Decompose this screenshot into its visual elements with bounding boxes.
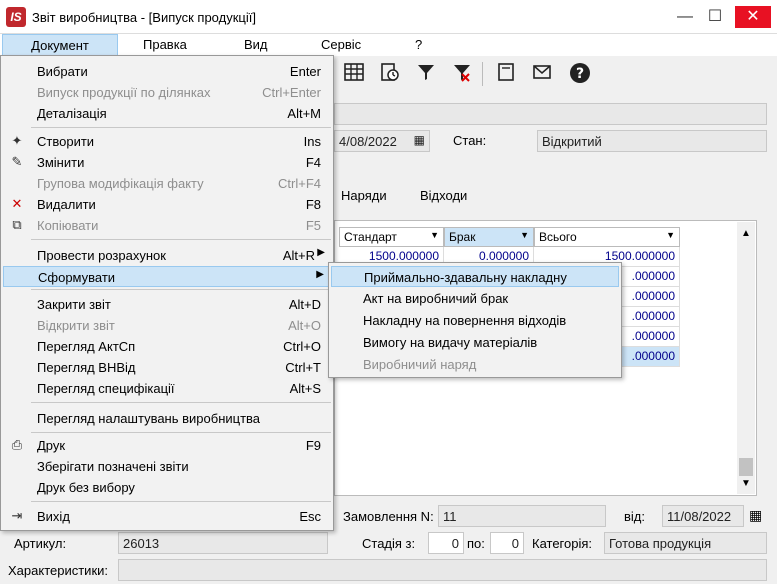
menu-item-group-modify[interactable]: Групова модифікація факту Ctrl+F4 (3, 173, 331, 194)
maximize-button[interactable]: ☐ (702, 6, 728, 28)
state-label: Стан: (453, 133, 487, 148)
menu-item-view-vnvid[interactable]: Перегляд ВНВід Ctrl+T (3, 357, 331, 378)
cell-total-row3[interactable]: .000000 (615, 287, 680, 307)
menu-item-delete[interactable]: ✕ Видалити F8 (3, 194, 331, 215)
category-field[interactable]: Готова продукція (604, 532, 767, 554)
submenu-item-material-request[interactable]: Вимогу на видачу матеріалів (331, 332, 619, 353)
cell-total-row5[interactable]: .000000 (615, 327, 680, 347)
delete-icon: ✕ (11, 196, 23, 211)
column-header-standard[interactable]: Стандарт ▼ (339, 227, 444, 247)
window-title: Звіт виробництва - [Випуск продукції] (32, 10, 256, 25)
mail-icon[interactable] (530, 62, 554, 86)
menu-item-save-marked[interactable]: Зберігати позначені звіти (3, 456, 331, 477)
svg-text:?: ? (576, 66, 584, 82)
menu-view[interactable]: Вид (244, 37, 268, 52)
generate-submenu: Приймально-здавальну накладну Акт на вир… (328, 262, 622, 378)
edit-icon: ✎ (11, 154, 23, 169)
characteristics-label: Характеристики: (8, 563, 109, 578)
menu-help[interactable]: ? (415, 37, 422, 52)
help-icon[interactable]: ? (568, 62, 592, 86)
menu-item-print-no-select[interactable]: Друк без вибору (3, 477, 331, 498)
close-button[interactable]: ✕ (735, 6, 771, 28)
article-field[interactable]: 26013 (118, 532, 328, 554)
menu-item-select[interactable]: Вибрати Enter (3, 61, 331, 82)
scroll-up-icon[interactable]: ▲ (741, 228, 751, 239)
menu-item-details[interactable]: Деталізація Alt+M (3, 103, 331, 124)
menu-document[interactable]: Документ (2, 34, 118, 56)
stage-from-label: Стадія з: (362, 536, 416, 551)
submenu-arrow-icon: ▶ (317, 247, 325, 258)
from-date-field[interactable]: 11/08/2022 (662, 505, 744, 527)
calendar-icon[interactable]: ▦ (749, 507, 762, 524)
table-icon[interactable] (342, 62, 366, 86)
name-field (334, 103, 767, 125)
column-header-total[interactable]: Всього ▼ (534, 227, 680, 247)
app-logo-icon: IS (6, 7, 26, 27)
menu-bar: Документ Правка Вид Сервіс ? (0, 34, 777, 56)
copy-icon: ⧉ (12, 217, 22, 232)
exit-icon: ⇥ (11, 508, 23, 523)
scroll-thumb[interactable] (739, 458, 753, 476)
document-menu: Вибрати Enter Випуск продукції по ділянка… (0, 55, 334, 531)
scroll-down-icon[interactable]: ▼ (741, 478, 751, 489)
category-label: Категорія: (532, 536, 593, 551)
state-field: Відкритий (537, 130, 767, 152)
menu-service[interactable]: Сервіс (321, 37, 361, 52)
date-field[interactable]: 4/08/2022 ▦ (334, 130, 430, 152)
menu-item-exit[interactable]: ⇥ Вихід Esc (3, 506, 331, 527)
menu-item-view-production-settings[interactable]: Перегляд налаштувань виробництва (3, 408, 331, 429)
document-icon[interactable] (494, 62, 518, 86)
submenu-item-defect-act[interactable]: Акт на виробничий брак (331, 288, 619, 309)
stage-from-field[interactable]: 0 (428, 532, 464, 554)
tab-waste[interactable]: Відходи (420, 188, 467, 203)
submenu-item-production-order[interactable]: Виробничий наряд (331, 354, 619, 375)
menu-item-close-report[interactable]: Закрити звіт Alt+D (3, 294, 331, 315)
cell-total-row4[interactable]: .000000 (615, 307, 680, 327)
stage-to-label: по: (467, 536, 485, 551)
printer-icon: ⎙ (11, 437, 23, 452)
clock-document-icon[interactable] (378, 62, 402, 86)
tab-orders[interactable]: Наряди (341, 188, 387, 203)
menu-item-print[interactable]: ⎙ Друк F9 (3, 435, 331, 456)
submenu-item-acceptance-invoice[interactable]: Приймально-здавальну накладну (331, 266, 619, 287)
filter-icon[interactable] (414, 62, 438, 86)
cell-total-row6[interactable]: .000000 (615, 347, 680, 367)
date-value: 4/08/2022 (339, 134, 397, 149)
menu-item-output-by-sections[interactable]: Випуск продукції по ділянках Ctrl+Enter (3, 82, 331, 103)
minimize-button[interactable]: — (672, 6, 698, 28)
menu-item-edit[interactable]: ✎ Змінити F4 (3, 152, 331, 173)
submenu-arrow-icon: ▶ (316, 269, 324, 280)
menu-item-view-actsp[interactable]: Перегляд АктСп Ctrl+O (3, 336, 331, 357)
article-label: Артикул: (14, 536, 67, 551)
create-icon: ✦ (11, 133, 23, 148)
column-header-defect[interactable]: Брак ▼ (444, 227, 534, 247)
submenu-item-waste-return[interactable]: Накладну на повернення відходів (331, 310, 619, 331)
menu-item-generate[interactable]: Сформувати ▶ (3, 266, 331, 287)
clear-filter-icon[interactable] (450, 62, 474, 86)
toolbar: ? (334, 58, 777, 90)
order-label: Замовлення N: (343, 509, 434, 524)
menu-item-open-report[interactable]: Відкрити звіт Alt+O (3, 315, 331, 336)
calendar-icon[interactable]: ▦ (414, 133, 425, 147)
menu-item-calculate[interactable]: Провести розрахунок Alt+R ▶ (3, 245, 331, 266)
stage-to-field[interactable]: 0 (490, 532, 524, 554)
menu-item-copy[interactable]: ⧉ Копіювати F5 (3, 215, 331, 236)
menu-item-view-specification[interactable]: Перегляд специфікації Alt+S (3, 378, 331, 399)
grid-scrollbar[interactable]: ▲ ▼ (737, 222, 755, 494)
characteristics-field[interactable] (118, 559, 767, 581)
title-bar: IS Звіт виробництва - [Випуск продукції]… (0, 0, 777, 34)
menu-item-create[interactable]: ✦ Створити Ins (3, 131, 331, 152)
order-field[interactable]: 11 (438, 505, 606, 527)
menu-edit[interactable]: Правка (143, 37, 187, 52)
cell-total-row2[interactable]: .000000 (615, 267, 680, 287)
from-label: від: (624, 509, 645, 524)
